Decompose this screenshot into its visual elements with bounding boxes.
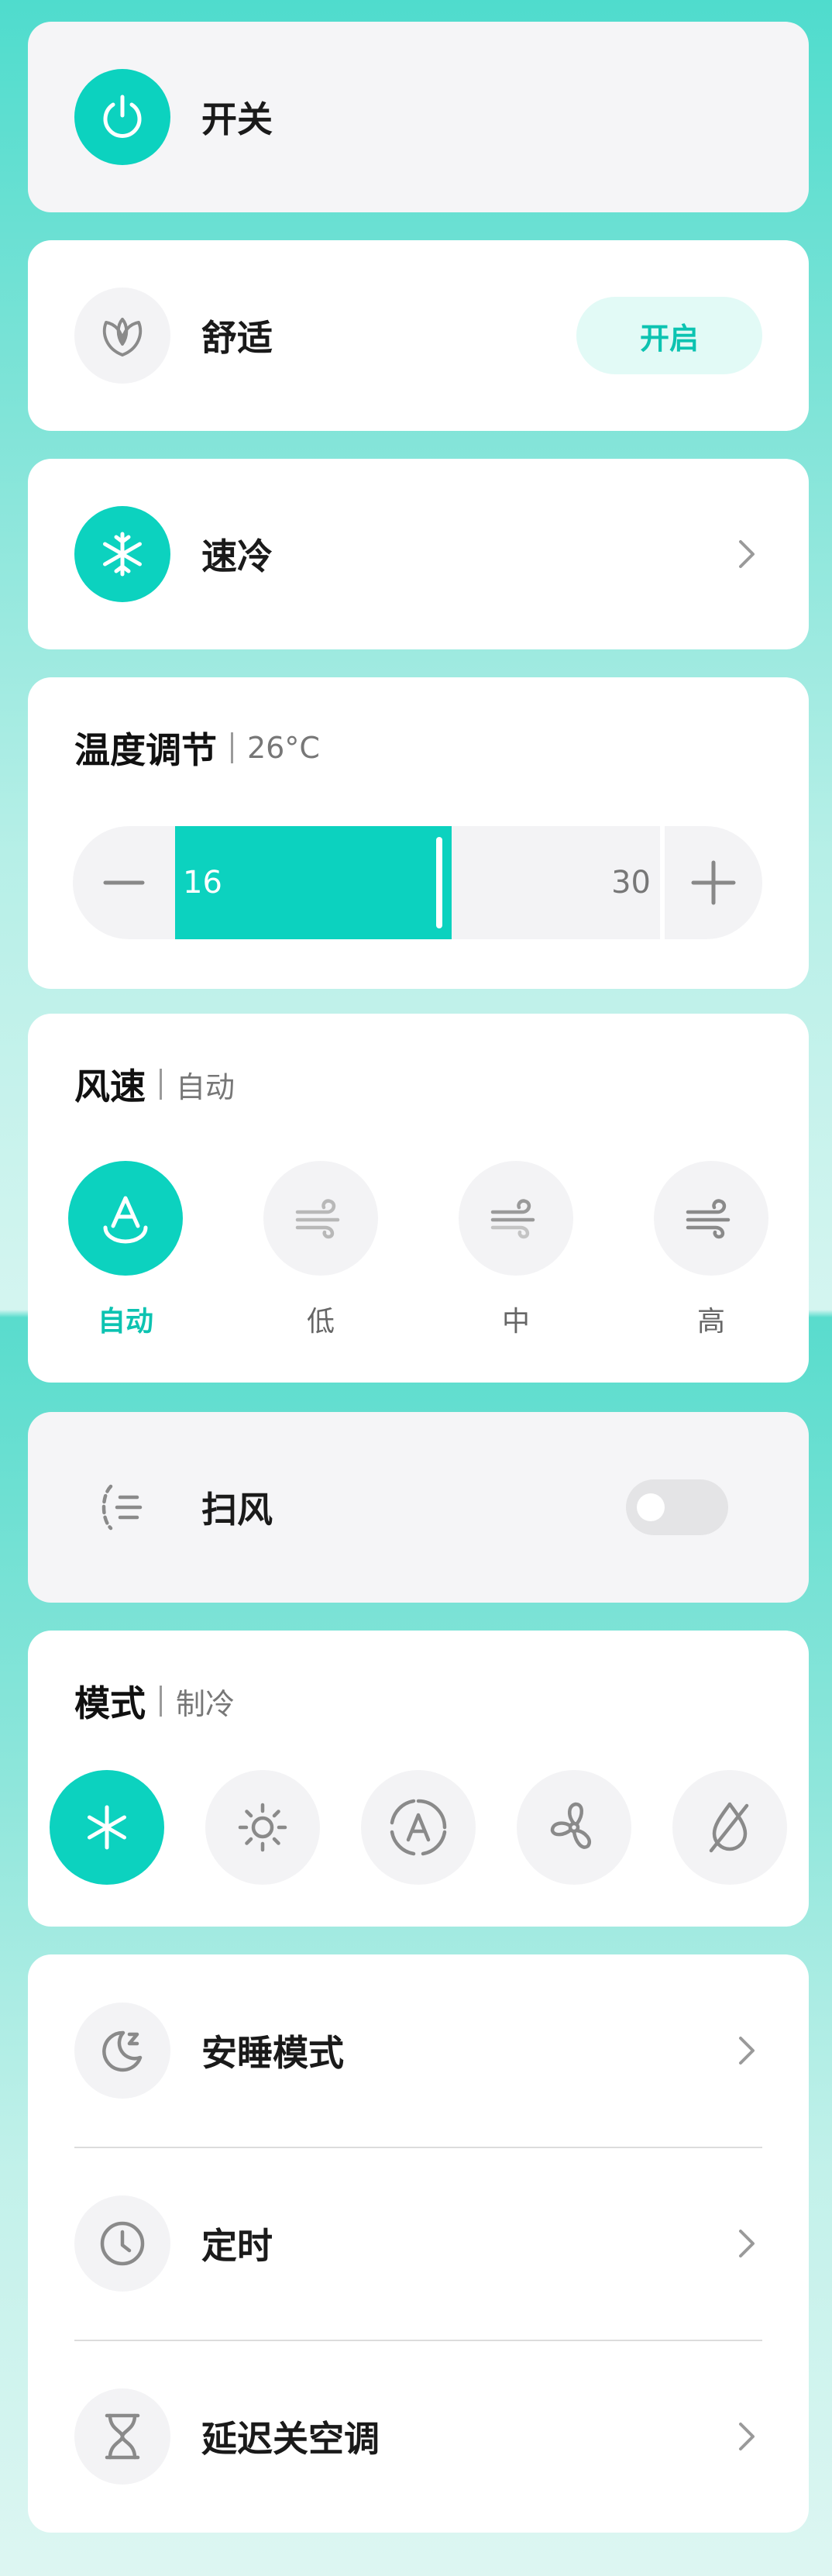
delay-off-row[interactable]: 延迟关空调 — [28, 2340, 809, 2533]
comfort-label: 舒适 — [201, 317, 273, 359]
fan-high-button[interactable] — [654, 1161, 768, 1276]
timer-icon-wrap — [74, 2195, 170, 2292]
auto-mode-icon — [390, 1799, 447, 1856]
temperature-max-label: 30 — [611, 865, 651, 901]
title-separator — [160, 1686, 162, 1717]
temperature-card: 温度调节 26°C 16 30 — [28, 677, 809, 989]
temperature-plus-button[interactable] — [665, 826, 762, 939]
fan-auto-button[interactable] — [68, 1161, 183, 1276]
temperature-track[interactable]: 16 30 — [175, 826, 660, 939]
fan-option-low[interactable]: 低 — [263, 1161, 378, 1339]
title-separator — [160, 1069, 162, 1100]
mode-card: 模式 制冷 — [28, 1631, 809, 1927]
mode-title: 模式 — [74, 1682, 146, 1724]
comfort-icon-wrap — [74, 288, 170, 384]
hourglass-icon — [105, 2413, 140, 2460]
fan-speed-header: 风速 自动 — [74, 1059, 235, 1110]
comfort-enable-label: 开启 — [639, 321, 699, 356]
mode-current: 制冷 — [176, 1686, 236, 1721]
swing-toggle[interactable] — [626, 1479, 728, 1535]
fan-high-label: 高 — [696, 1306, 725, 1338]
chevron-right-icon — [739, 2037, 755, 2065]
fan-option-medium[interactable]: 中 — [459, 1161, 573, 1339]
minus-icon — [103, 880, 145, 885]
leaf-icon — [102, 318, 143, 356]
temperature-title: 温度调节 — [74, 729, 217, 771]
swing-card: 扫风 — [28, 1412, 809, 1603]
fan-medium-label: 中 — [501, 1306, 530, 1338]
temperature-handle[interactable] — [436, 837, 442, 928]
sun-icon — [238, 1803, 287, 1852]
fan-auto-label: 自动 — [97, 1306, 153, 1338]
power-button[interactable] — [74, 69, 170, 165]
sleep-icon-wrap — [74, 2003, 170, 2099]
chevron-right-icon — [739, 2423, 755, 2450]
delay-off-label: 延迟关空调 — [201, 2418, 380, 2460]
mode-cool-button[interactable] — [50, 1770, 164, 1885]
plus-icon — [691, 860, 736, 905]
snowflake-icon — [88, 1805, 126, 1850]
clock-icon — [100, 2221, 145, 2266]
wind-high-icon — [686, 1199, 731, 1239]
comfort-enable-button[interactable]: 开启 — [576, 297, 762, 374]
temperature-header: 温度调节 26°C — [74, 722, 320, 773]
mode-auto-button[interactable] — [361, 1770, 476, 1885]
mode-fan-button[interactable] — [517, 1770, 631, 1885]
swing-label: 扫风 — [201, 1489, 273, 1531]
fan-low-button[interactable] — [263, 1161, 378, 1276]
mode-dry-button[interactable] — [672, 1770, 787, 1885]
fan-option-auto[interactable]: 自动 — [68, 1161, 183, 1339]
chevron-right-icon — [739, 540, 755, 568]
dehumidify-icon — [709, 1802, 749, 1853]
timer-label: 定时 — [201, 2225, 273, 2267]
power-card[interactable]: 开关 — [28, 22, 809, 212]
sleep-mode-label: 安睡模式 — [201, 2032, 344, 2074]
settings-card: 安睡模式 定时 延迟关空调 — [28, 1954, 809, 2533]
moon-sleep-icon — [102, 2030, 143, 2072]
toggle-knob — [637, 1493, 665, 1521]
sleep-mode-row[interactable]: 安睡模式 — [28, 1954, 809, 2147]
mode-heat-button[interactable] — [205, 1770, 320, 1885]
fan-medium-button[interactable] — [459, 1161, 573, 1276]
wind-medium-icon — [490, 1199, 535, 1239]
fan-speed-title: 风速 — [74, 1066, 146, 1107]
power-icon — [103, 95, 142, 138]
temperature-min-label: 16 — [183, 865, 222, 901]
quick-cool-card[interactable]: 速冷 — [28, 459, 809, 649]
temperature-slider[interactable]: 16 30 — [73, 826, 762, 939]
temperature-minus-button[interactable] — [73, 826, 175, 939]
delay-icon-wrap — [74, 2388, 170, 2485]
fan-option-high[interactable]: 高 — [654, 1161, 768, 1339]
quick-cool-icon-wrap — [74, 506, 170, 602]
timer-row[interactable]: 定时 — [28, 2147, 809, 2340]
fan-icon — [550, 1802, 591, 1849]
auto-fan-icon — [103, 1196, 148, 1244]
comfort-card: 舒适 开启 — [28, 240, 809, 431]
temperature-current: 26°C — [247, 731, 320, 765]
power-label: 开关 — [201, 98, 273, 140]
quick-cool-label: 速冷 — [201, 536, 273, 577]
wind-low-icon — [295, 1199, 340, 1239]
chevron-right-icon — [739, 2230, 755, 2257]
fan-low-label: 低 — [306, 1306, 335, 1338]
mode-header: 模式 制冷 — [74, 1675, 235, 1727]
swing-icon — [101, 1484, 143, 1531]
fan-speed-current: 自动 — [176, 1069, 236, 1104]
title-separator — [231, 732, 233, 763]
fan-speed-card: 风速 自动 自动 低 中 高 — [28, 1014, 809, 1383]
snowflake-icon — [103, 532, 142, 577]
swing-icon-wrap — [74, 1459, 170, 1555]
